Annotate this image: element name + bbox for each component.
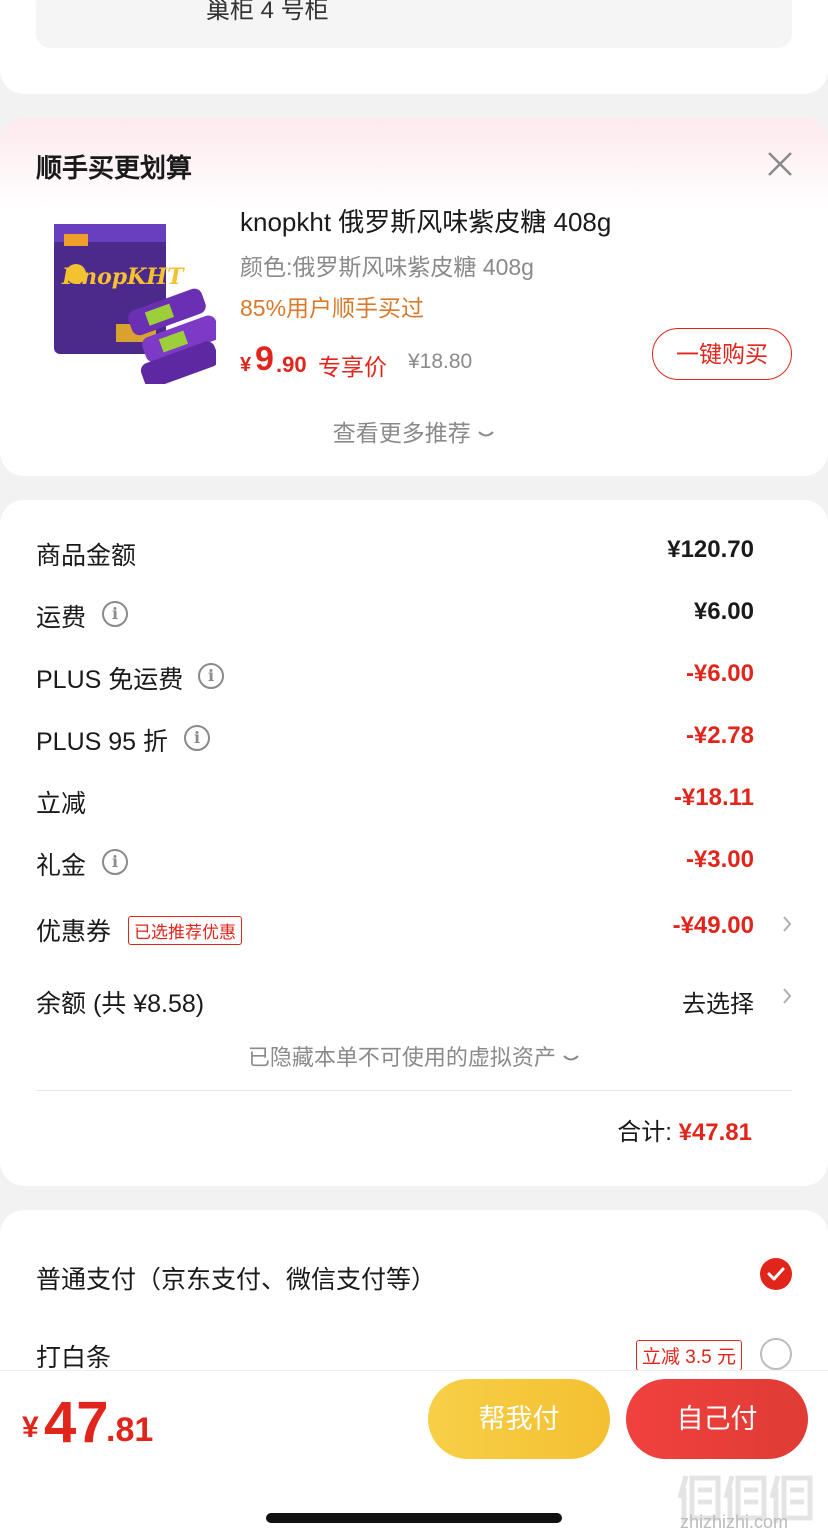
radio-button[interactable] — [760, 1338, 792, 1370]
row-value: -¥18.11 — [673, 784, 754, 811]
coupon-badge: 已选推荐优惠 — [128, 916, 242, 945]
amount-row-plus-discount: PLUS 95 折 i -¥2.78 — [36, 718, 792, 758]
row-label: PLUS 95 折 — [36, 728, 169, 756]
row-label: 礼金 — [36, 852, 87, 880]
home-indicator — [266, 1513, 562, 1523]
total-decimal: .81 — [106, 1411, 154, 1449]
row-label: 商品金额 — [36, 542, 137, 570]
address-box[interactable]: 巢柜 4 号柜 — [36, 0, 792, 48]
chevron-right-icon — [782, 986, 792, 1012]
baitiao-discount-badge: 立减 3.5 元 — [636, 1340, 742, 1371]
help-pay-button[interactable]: 帮我付 — [428, 1379, 610, 1459]
more-recommendations[interactable]: 查看更多推荐 — [0, 414, 828, 448]
product-image[interactable]: KnopKHT — [36, 204, 216, 384]
address-card: 巢柜 4 号柜 — [0, 0, 828, 94]
row-value: -¥2.78 — [685, 722, 754, 749]
hidden-assets-label: 已隐藏本单不可使用的虚拟资产 — [247, 1045, 556, 1070]
product-spec: 颜色:俄罗斯风味紫皮糖 408g — [240, 254, 534, 280]
row-value: -¥6.00 — [685, 660, 754, 687]
row-value: ¥6.00 — [693, 598, 754, 625]
info-icon[interactable]: i — [198, 663, 224, 689]
product-name[interactable]: knopkht 俄罗斯风味紫皮糖 408g — [240, 202, 611, 239]
chevron-right-icon — [782, 914, 792, 940]
amount-row-goods: 商品金额 ¥120.70 — [36, 532, 792, 572]
addon-title: 顺手买更划算 — [36, 153, 193, 183]
price-integer: 9 — [255, 340, 274, 378]
divider — [36, 1090, 792, 1091]
row-label: PLUS 免运费 — [36, 666, 184, 694]
info-icon[interactable]: i — [184, 725, 210, 751]
row-label: 优惠券 — [36, 918, 112, 946]
total-currency: ¥ — [22, 1411, 39, 1444]
chevron-down-icon — [477, 420, 495, 446]
total-row: 合计: ¥47.81 — [617, 1112, 752, 1147]
price-currency: ¥ — [240, 354, 252, 376]
close-icon[interactable] — [766, 150, 794, 178]
addon-card: 顺手买更划算 KnopKHT knopkht 俄罗斯风味紫皮糖 408g 颜色:… — [0, 118, 828, 476]
info-icon[interactable]: i — [102, 601, 128, 627]
row-value: -¥49.00 — [672, 912, 754, 939]
watermark-text: zhizhizhi.com — [680, 1512, 789, 1532]
amount-row-shipping: 运费 i ¥6.00 — [36, 594, 792, 634]
chevron-down-icon — [562, 1045, 580, 1070]
amount-row-gift-money: 礼金 i -¥3.00 — [36, 842, 792, 882]
self-pay-button[interactable]: 自己付 — [626, 1379, 808, 1459]
info-icon[interactable]: i — [102, 849, 128, 875]
payment-option-baitiao[interactable]: 打白条 — [36, 1338, 111, 1374]
amount-row-plus-shipping: PLUS 免运费 i -¥6.00 — [36, 656, 792, 696]
amount-row-balance[interactable]: 余额 (共 ¥8.58) 去选择 — [36, 980, 792, 1020]
original-price: ¥18.80 — [408, 350, 473, 373]
amount-card: 商品金额 ¥120.70 运费 i ¥6.00 PLUS 免运费 i -¥6.0… — [0, 500, 828, 1186]
amount-row-coupon[interactable]: 优惠券 已选推荐优惠 -¥49.00 — [36, 908, 792, 948]
amount-row-instant-discount: 立减 -¥18.11 — [36, 780, 792, 820]
row-value: -¥3.00 — [685, 846, 754, 873]
one-click-buy-button[interactable]: 一键购买 — [652, 328, 792, 380]
row-label: 余额 (共 ¥8.58) — [36, 990, 205, 1018]
row-label: 立减 — [36, 790, 87, 818]
product-bought-stat: 85%用户顺手买过 — [240, 295, 425, 321]
hidden-assets-toggle[interactable]: 已隐藏本单不可使用的虚拟资产 — [0, 1040, 828, 1072]
total-integer: 47 — [44, 1390, 109, 1455]
row-label: 运费 — [36, 604, 87, 632]
total-label: 合计: — [617, 1119, 672, 1146]
product-brand-text: KnopKHT — [61, 264, 185, 290]
total-value: ¥47.81 — [678, 1119, 752, 1146]
address-text: 巢柜 4 号柜 — [206, 0, 329, 24]
more-recommendations-label: 查看更多推荐 — [332, 420, 471, 446]
row-value: ¥120.70 — [667, 536, 754, 563]
price-decimal: .90 — [276, 352, 307, 377]
price-tag: 专享价 — [318, 354, 387, 380]
payment-option-normal[interactable]: 普通支付（京东支付、微信支付等） — [36, 1260, 436, 1296]
row-value: 去选择 — [682, 991, 754, 1018]
check-icon[interactable] — [760, 1258, 792, 1290]
